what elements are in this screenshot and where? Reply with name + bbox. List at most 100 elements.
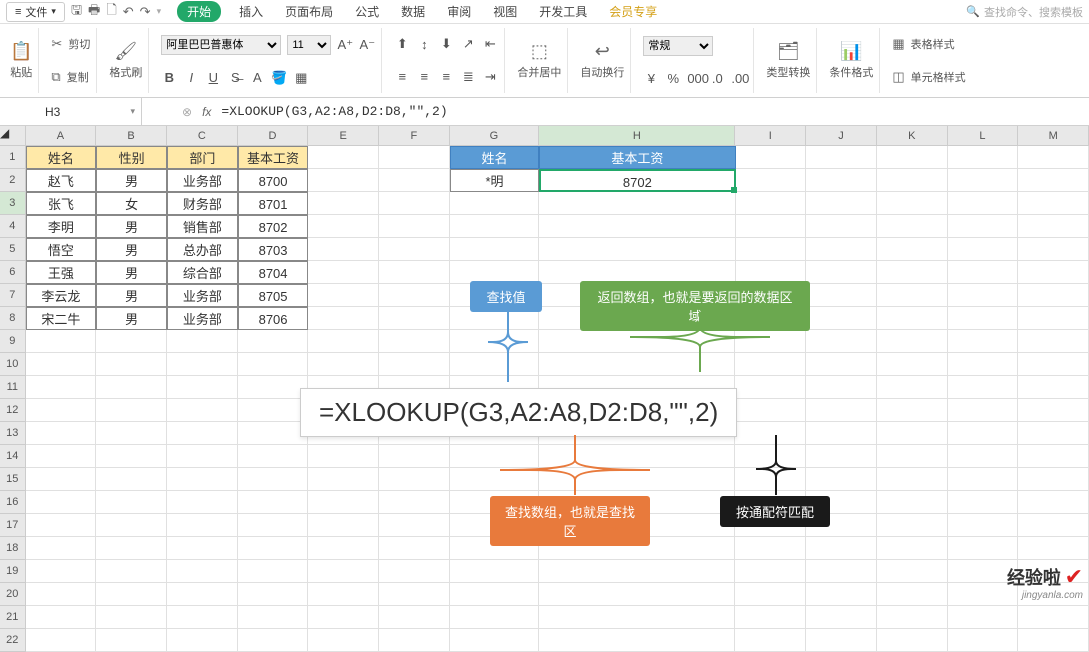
- cell[interactable]: [26, 491, 97, 514]
- cell[interactable]: [1018, 353, 1089, 376]
- cell[interactable]: [167, 330, 238, 353]
- cell[interactable]: [167, 399, 238, 422]
- cell[interactable]: [877, 169, 948, 192]
- row-3[interactable]: 3: [0, 192, 26, 215]
- cell[interactable]: [308, 537, 379, 560]
- cell[interactable]: [308, 307, 379, 330]
- cell[interactable]: 男: [96, 307, 167, 330]
- col-G[interactable]: G: [450, 126, 539, 146]
- cell[interactable]: [806, 422, 877, 445]
- cell[interactable]: [1018, 399, 1089, 422]
- row-16[interactable]: 16: [0, 491, 26, 514]
- cell[interactable]: [877, 399, 948, 422]
- cell[interactable]: 男: [96, 169, 167, 192]
- cell[interactable]: [1018, 261, 1089, 284]
- cell[interactable]: 8703: [238, 238, 309, 261]
- cell[interactable]: [26, 560, 97, 583]
- cell[interactable]: [539, 606, 735, 629]
- cell[interactable]: 王强: [26, 261, 97, 284]
- cut-button[interactable]: ✂剪切: [51, 34, 90, 54]
- cell[interactable]: [308, 399, 379, 422]
- condfmt-button[interactable]: 📊条件格式: [829, 28, 873, 93]
- cell[interactable]: [806, 491, 877, 514]
- col-L[interactable]: L: [948, 126, 1019, 146]
- tab-dev[interactable]: 开发工具: [535, 1, 591, 22]
- cell[interactable]: [238, 583, 309, 606]
- cell[interactable]: [238, 422, 309, 445]
- cell[interactable]: [1018, 169, 1089, 192]
- cell[interactable]: [806, 307, 877, 330]
- cell[interactable]: [238, 606, 309, 629]
- col-E[interactable]: E: [308, 126, 379, 146]
- cell[interactable]: [539, 491, 735, 514]
- cell[interactable]: [806, 468, 877, 491]
- cell[interactable]: 8701: [238, 192, 309, 215]
- wrap-button[interactable]: ↩自动换行: [580, 28, 624, 93]
- tab-start[interactable]: 开始: [177, 1, 221, 22]
- indent-dec-icon[interactable]: ⇤: [482, 36, 498, 52]
- cell[interactable]: 男: [96, 261, 167, 284]
- cell[interactable]: [167, 468, 238, 491]
- cell[interactable]: [735, 468, 806, 491]
- cell[interactable]: [26, 376, 97, 399]
- cell[interactable]: [96, 353, 167, 376]
- cell[interactable]: [238, 468, 309, 491]
- command-search[interactable]: 🔍 查找命令、搜索模板: [966, 4, 1083, 20]
- fillcolor-icon[interactable]: 🪣: [271, 70, 287, 86]
- row-14[interactable]: 14: [0, 445, 26, 468]
- cell[interactable]: [26, 445, 97, 468]
- cell[interactable]: [806, 376, 877, 399]
- cell[interactable]: 销售部: [167, 215, 238, 238]
- cell[interactable]: [539, 261, 735, 284]
- cell[interactable]: [877, 491, 948, 514]
- cell[interactable]: 张飞: [26, 192, 97, 215]
- cell[interactable]: [877, 629, 948, 652]
- fontcolor-icon[interactable]: A: [249, 70, 265, 85]
- cell[interactable]: [1018, 491, 1089, 514]
- cell[interactable]: [308, 468, 379, 491]
- cell[interactable]: [877, 560, 948, 583]
- cell[interactable]: [806, 606, 877, 629]
- col-J[interactable]: J: [806, 126, 877, 146]
- cell[interactable]: [379, 261, 450, 284]
- cell[interactable]: [26, 537, 97, 560]
- cell[interactable]: [735, 629, 806, 652]
- cell[interactable]: [806, 399, 877, 422]
- cell[interactable]: 男: [96, 284, 167, 307]
- cell[interactable]: [948, 284, 1019, 307]
- cell[interactable]: [450, 192, 539, 215]
- tab-layout[interactable]: 页面布局: [281, 1, 337, 22]
- cell[interactable]: [308, 583, 379, 606]
- cell[interactable]: [308, 353, 379, 376]
- cell[interactable]: 赵飞: [26, 169, 97, 192]
- cell[interactable]: [167, 606, 238, 629]
- cell[interactable]: [308, 422, 379, 445]
- cell[interactable]: 姓名: [26, 146, 97, 169]
- cell[interactable]: 女: [96, 192, 167, 215]
- cell[interactable]: 业务部: [167, 307, 238, 330]
- col-H[interactable]: H: [539, 126, 735, 146]
- cell[interactable]: [96, 606, 167, 629]
- cell[interactable]: [736, 146, 807, 169]
- cell[interactable]: [26, 353, 97, 376]
- cell[interactable]: [167, 422, 238, 445]
- cell[interactable]: [308, 192, 379, 215]
- align-top-icon[interactable]: ⬆: [394, 36, 410, 52]
- cell[interactable]: 男: [96, 215, 167, 238]
- cell[interactable]: [1018, 238, 1089, 261]
- cell[interactable]: [735, 583, 806, 606]
- cell[interactable]: [379, 376, 450, 399]
- cell[interactable]: [1018, 330, 1089, 353]
- cell[interactable]: [539, 284, 735, 307]
- undo-icon[interactable]: ↶: [123, 4, 134, 20]
- cell[interactable]: [450, 491, 539, 514]
- row-15[interactable]: 15: [0, 468, 26, 491]
- cell[interactable]: [96, 583, 167, 606]
- cell[interactable]: 财务部: [167, 192, 238, 215]
- cell[interactable]: [806, 192, 877, 215]
- row-6[interactable]: 6: [0, 261, 26, 284]
- cell[interactable]: [539, 399, 735, 422]
- cell[interactable]: [735, 376, 806, 399]
- font-size[interactable]: 11: [287, 35, 331, 55]
- file-menu[interactable]: ≡ 文件 ▾: [6, 2, 65, 22]
